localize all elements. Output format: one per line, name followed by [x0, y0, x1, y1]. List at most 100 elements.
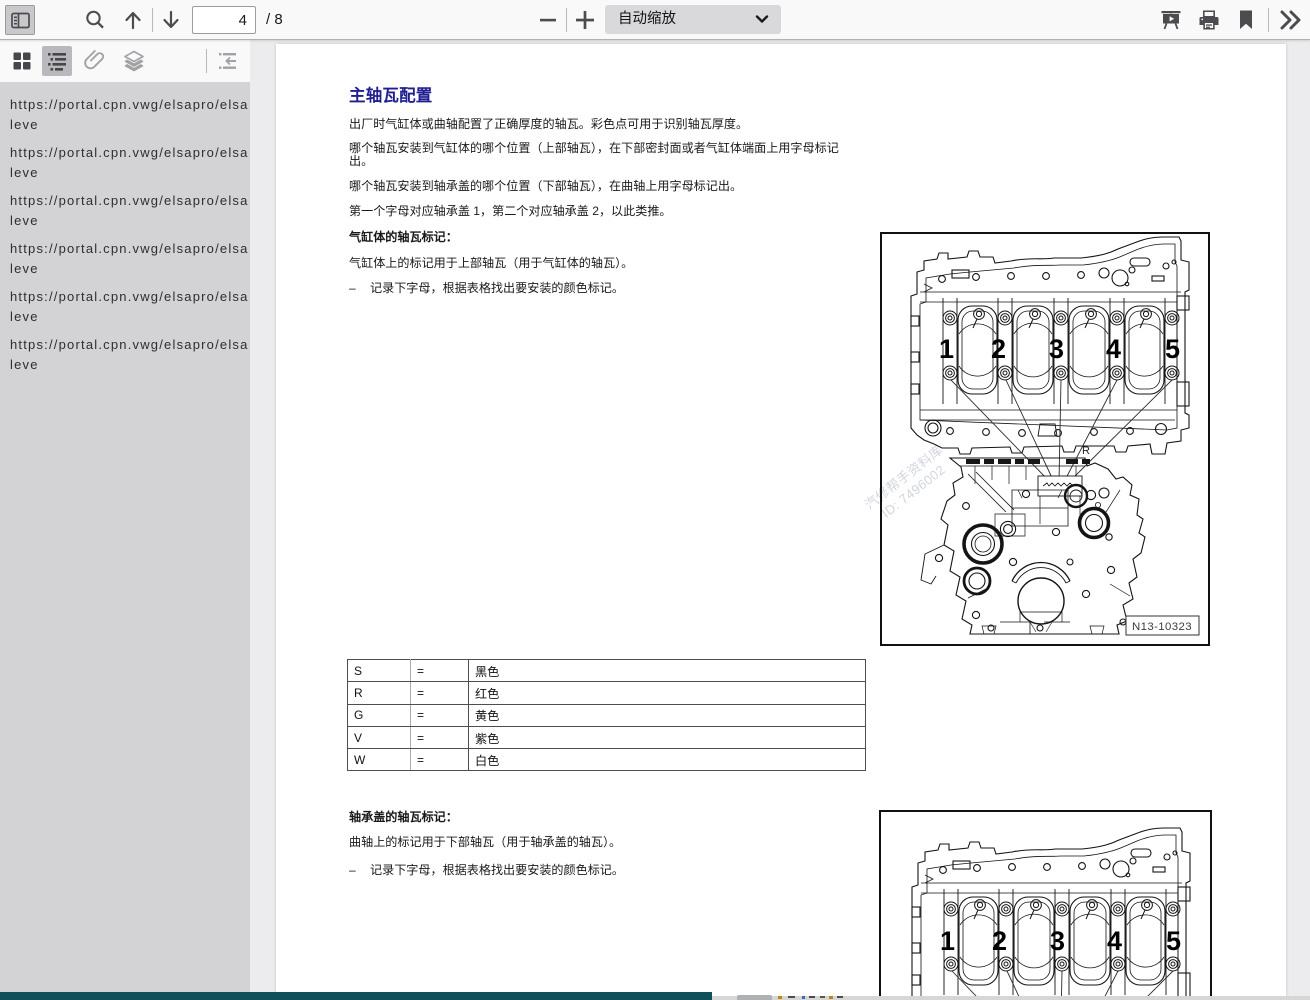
pdf-page: 主轴瓦配置 出厂时气缸体或曲轴配置了正确厚度的轴瓦。彩色点可用于识别轴瓦厚度。 …: [276, 44, 1286, 1000]
outline-item-line2: leve: [10, 260, 39, 276]
outline-item[interactable]: https://portal.cpn.vwg/elsapro/elsa leve: [0, 143, 250, 182]
background-window-teal-bar: [0, 992, 712, 1000]
background-text-fragment: [809, 996, 815, 998]
table-cell-letter: G: [347, 703, 411, 727]
presentation-mode-button[interactable]: [1156, 5, 1186, 35]
figure-engine-block: 1 2 3 4 5 R N13-10323: [880, 232, 1210, 646]
zoom-in-button[interactable]: [570, 5, 600, 35]
current-outline-item-button[interactable]: [213, 46, 243, 76]
table-cell-color: 红色: [468, 681, 866, 705]
find-button[interactable]: [80, 5, 110, 35]
outline-item-line2: leve: [10, 212, 39, 228]
print-icon: [1197, 8, 1221, 32]
background-window-icon: [737, 995, 772, 1000]
list-item-text: 记录下字母，根据表格找出要安装的颜色标记。: [370, 280, 624, 295]
bearing-number: 4: [1107, 926, 1122, 956]
page-title: 主轴瓦配置: [349, 86, 433, 105]
figure-label-text: N13-10323: [1132, 621, 1192, 633]
outline-item-line2: leve: [10, 356, 39, 372]
outline-item-line1: https://portal.cpn.vwg/elsapro/elsa: [10, 97, 249, 112]
next-page-button[interactable]: [156, 5, 186, 35]
table-cell-letter: R: [347, 681, 411, 705]
background-text-fragment: [829, 996, 833, 999]
bearing-number: 5: [1166, 926, 1181, 956]
figure-engine-block-2: 1 2 3 4 5: [879, 810, 1212, 997]
table-cell-letter: S: [347, 658, 411, 683]
double-chevron-icon: [1278, 9, 1304, 31]
paperclip-icon: [83, 49, 107, 73]
paragraph: 出厂时气缸体或曲轴配置了正确厚度的轴瓦。彩色点可用于识别轴瓦厚度。: [349, 117, 749, 131]
outline-item-line1: https://portal.cpn.vwg/elsapro/elsa: [10, 337, 249, 352]
bookmark-icon: [1234, 8, 1258, 32]
paragraph: 第一个字母对应轴承盖 1，第二个对应轴承盖 2，以此类推。: [349, 204, 672, 218]
table-row: W = 白色: [347, 748, 866, 772]
table-row: V = 紫色: [347, 725, 866, 750]
page-number-input[interactable]: [192, 6, 256, 34]
engine-end-view: [920, 457, 1146, 635]
thumbnails-view-button[interactable]: [7, 46, 37, 76]
layers-icon: [122, 49, 146, 73]
toolbar-separator: [206, 49, 207, 73]
sidebar: https://portal.cpn.vwg/elsapro/elsa leve …: [0, 40, 250, 1000]
previous-page-button[interactable]: [118, 5, 148, 35]
secondary-toolbar-toggle-button[interactable]: [1276, 5, 1306, 35]
current-outline-item-icon: [217, 50, 239, 72]
outline-item[interactable]: https://portal.cpn.vwg/elsapro/elsa leve: [0, 95, 250, 134]
background-text-fragment: [837, 996, 843, 998]
figure-r-label: R: [1082, 445, 1090, 457]
layers-view-button[interactable]: [119, 46, 149, 76]
background-text-fragment: [788, 996, 795, 998]
outline-item-line2: leve: [10, 164, 39, 180]
zoom-scale-value: 自动缩放: [618, 11, 676, 27]
outline-icon: [46, 50, 68, 72]
table-cell-color: 紫色: [468, 725, 866, 750]
paragraph: 曲轴上的标记用于下部轴瓦（用于轴承盖的轴瓦）。: [349, 835, 622, 849]
background-text-fragment: [778, 996, 782, 999]
page-down-icon: [159, 8, 183, 32]
bearing-number: 2: [991, 334, 1006, 364]
table-cell-color: 黑色: [468, 658, 866, 683]
table-cell-equals: =: [410, 681, 469, 705]
zoom-in-icon: [574, 9, 596, 31]
table-cell-equals: =: [410, 703, 469, 727]
pdf-viewer-area[interactable]: 主轴瓦配置 出厂时气缸体或曲轴配置了正确厚度的轴瓦。彩色点可用于识别轴瓦厚度。 …: [250, 40, 1310, 1000]
background-text-fragment: [802, 996, 805, 999]
sidebar-toolbar: [0, 40, 250, 82]
page-count-label: / 8: [266, 11, 283, 28]
outline-item[interactable]: https://portal.cpn.vwg/elsapro/elsa leve: [0, 239, 250, 278]
outline-item-line1: https://portal.cpn.vwg/elsapro/elsa: [10, 241, 249, 256]
attachments-view-button[interactable]: [80, 46, 110, 76]
outline-item-line2: leve: [10, 308, 39, 324]
list-item: – 记录下字母，根据表格找出要安装的颜色标记。: [349, 863, 909, 878]
figure-label: N13-10323: [1125, 615, 1200, 636]
outline-item[interactable]: https://portal.cpn.vwg/elsapro/elsa leve: [0, 287, 250, 326]
background-text-fragment: [820, 996, 825, 998]
outline-item[interactable]: https://portal.cpn.vwg/elsapro/elsa leve: [0, 335, 250, 374]
outline-item-line2: leve: [10, 116, 39, 132]
outline-item[interactable]: https://portal.cpn.vwg/elsapro/elsa leve: [0, 191, 250, 230]
print-button[interactable]: [1194, 5, 1224, 35]
bearing-number: 4: [1106, 334, 1121, 364]
pdf-toolbar: / 8 自动缩放: [0, 0, 1310, 40]
chevron-down-icon: [755, 14, 769, 24]
background-window-titlebar: [712, 995, 1310, 1000]
table-cell-equals: =: [410, 658, 469, 683]
sidebar-toggle-button[interactable]: [5, 5, 35, 35]
zoom-out-button[interactable]: [533, 5, 563, 35]
thumbnails-icon: [11, 50, 33, 72]
zoom-scale-select[interactable]: 自动缩放: [605, 5, 781, 34]
list-dash-marker: –: [349, 280, 356, 295]
outline-view-button[interactable]: [42, 46, 72, 76]
paragraph: 气缸体上的标记用于上部轴瓦（用于气缸体的轴瓦）。: [349, 255, 634, 270]
toolbar-separator: [566, 8, 567, 32]
table-cell-letter: V: [347, 725, 411, 750]
section-heading: 轴承盖的轴瓦标记：: [349, 809, 458, 824]
table-cell-equals: =: [410, 725, 469, 750]
toolbar-separator: [152, 8, 153, 32]
bookmark-button[interactable]: [1231, 5, 1261, 35]
bearing-number: 3: [1049, 334, 1064, 364]
sidebar-toggle-icon: [10, 10, 31, 31]
outline-item-line1: https://portal.cpn.vwg/elsapro/elsa: [10, 289, 249, 304]
paragraph: 哪个轴瓦安装到气缸体的哪个位置（上部轴瓦），在下部密封面或者气缸体端面上用字母标…: [349, 140, 839, 168]
table-cell-equals: =: [410, 748, 469, 772]
